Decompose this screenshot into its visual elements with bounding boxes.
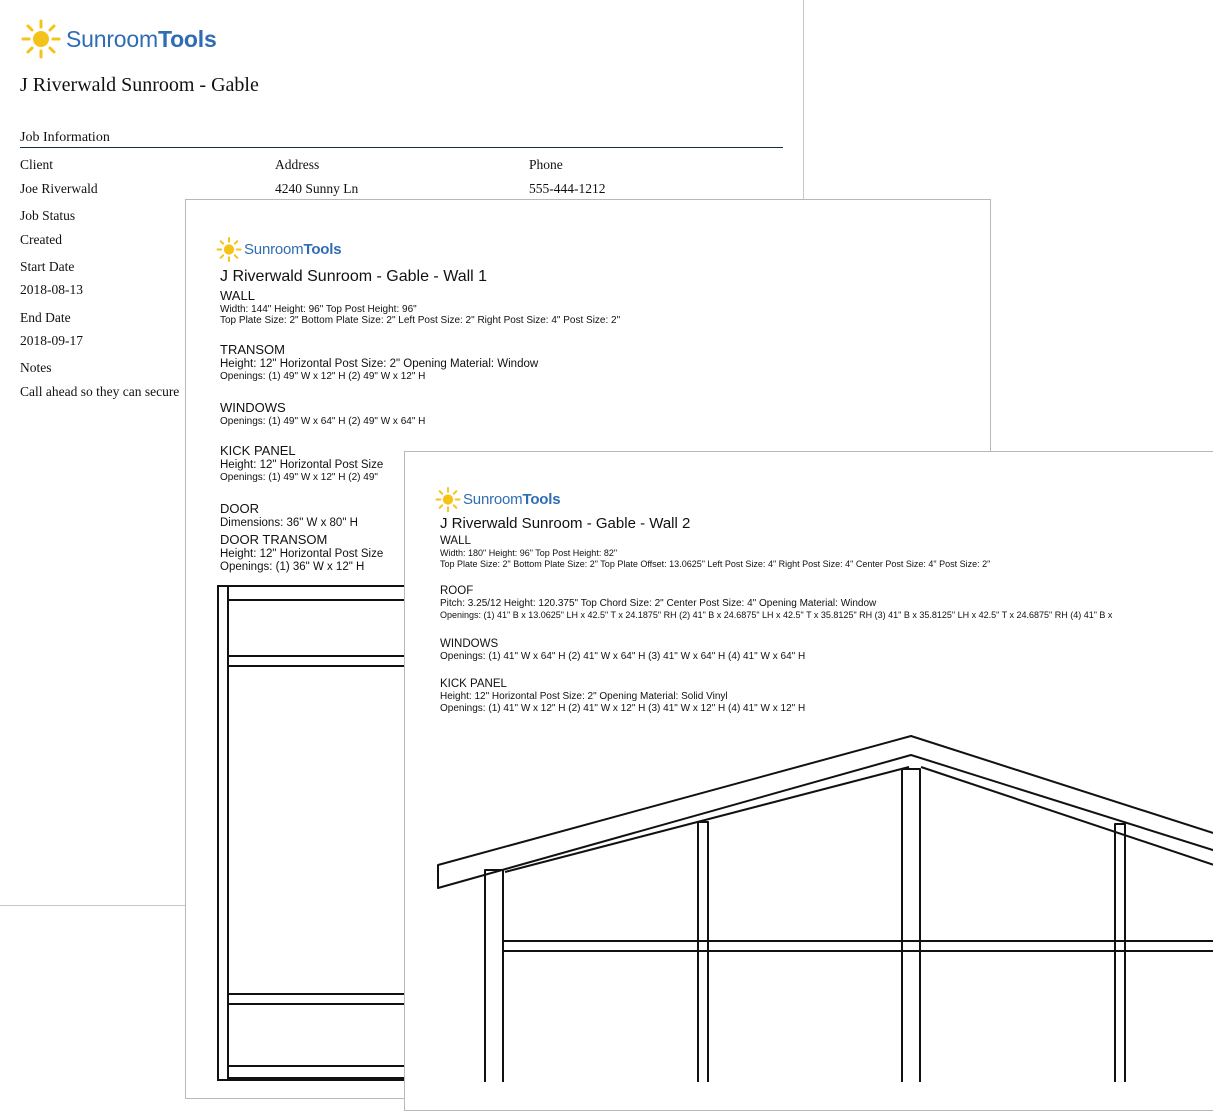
kick-panel-line-2: Openings: (1) 49" W x 12" H (2) 49" <box>220 472 378 484</box>
sun-icon <box>216 236 242 263</box>
brand-name-bold: Tools <box>157 25 217 52</box>
status-label: Job Status <box>20 208 76 223</box>
page-title: J Riverwald Sunroom - Gable <box>20 74 259 96</box>
door-section: DOOR Dimensions: 36" W x 80" H <box>220 501 358 530</box>
sunroomtools-logo: SunroomTools <box>433 486 561 513</box>
wall-section: WALL Width: 180" Height: 96" Top Post He… <box>440 535 990 569</box>
sun-icon <box>21 19 61 59</box>
brand-name-light: Sunroom <box>244 241 304 258</box>
windows-section: WINDOWS Openings: (1) 49" W x 64" H (2) … <box>220 400 426 427</box>
wall-1-top-plate <box>227 585 414 601</box>
wall-section: WALL Width: 144" Height: 96" Top Post He… <box>220 288 621 327</box>
wall-2-page: SunroomTools J Riverwald Sunroom - Gable… <box>404 451 1213 1111</box>
sun-icon <box>435 486 461 513</box>
start-date-value: 2018-08-13 <box>20 282 83 297</box>
door-transom-line-2: Openings: (1) 36" W x 12" H <box>220 561 365 574</box>
wall-heading: WALL <box>220 288 255 303</box>
sunroomtools-logo: SunroomTools <box>214 236 342 263</box>
sunroomtools-logo: SunroomTools <box>18 18 217 60</box>
section-heading: Job Information <box>20 130 783 148</box>
end-date-label: End Date <box>20 310 71 325</box>
wall-1-kick-rail <box>227 993 414 1005</box>
wall-2-center-post <box>901 768 921 1082</box>
kick-panel-line-1: Height: 12" Horizontal Post Size: 2" Ope… <box>440 691 728 703</box>
windows-line-1: Openings: (1) 49" W x 64" H (2) 49" W x … <box>220 415 426 427</box>
kick-panel-line-1: Height: 12" Horizontal Post Size <box>220 458 384 471</box>
windows-heading: WINDOWS <box>220 400 286 415</box>
wall-title: J Riverwald Sunroom - Gable - Wall 2 <box>440 515 691 532</box>
transom-section: TRANSOM Height: 12" Horizontal Post Size… <box>220 342 539 383</box>
status-value: Created <box>20 232 62 247</box>
wall-2-transom-rail <box>502 940 1213 952</box>
brand-name-light: Sunroom <box>66 25 158 52</box>
brand-name-bold: Tools <box>522 491 561 508</box>
brand-name: SunroomTools <box>244 241 342 258</box>
wall-1-outer-frame <box>217 585 414 1081</box>
wall-2-post-4 <box>1114 823 1126 1082</box>
end-date-value: 2018-09-17 <box>20 333 83 348</box>
wall-line-2: Top Plate Size: 2" Bottom Plate Size: 2"… <box>440 558 991 569</box>
phone-value: 555-444-1212 <box>529 181 606 196</box>
brand-name-bold: Tools <box>303 241 342 258</box>
address-value: 4240 Sunny Ln <box>275 181 359 196</box>
brand-name: SunroomTools <box>66 26 217 53</box>
kick-panel-section: KICK PANEL Height: 12" Horizontal Post S… <box>440 678 805 714</box>
client-value: Joe Riverwald <box>20 181 98 196</box>
transom-line-1: Height: 12" Horizontal Post Size: 2" Ope… <box>220 357 539 370</box>
roof-line-2: Openings: (1) 41" B x 13.0625" LH x 42.5… <box>440 609 1113 620</box>
kick-panel-line-2: Openings: (1) 41" W x 12" H (2) 41" W x … <box>440 702 806 714</box>
wall-title: J Riverwald Sunroom - Gable - Wall 1 <box>220 268 488 285</box>
roof-heading: ROOF <box>440 585 474 597</box>
transom-heading: TRANSOM <box>220 342 285 357</box>
address-label: Address <box>275 157 320 172</box>
kick-panel-heading: KICK PANEL <box>440 678 507 690</box>
wall-line-1: Width: 180" Height: 96" Top Post Height:… <box>440 548 618 559</box>
kick-panel-section: KICK PANEL Height: 12" Horizontal Post S… <box>220 443 384 484</box>
brand-name-light: Sunroom <box>463 491 523 508</box>
wall-2-left-post <box>484 869 504 1082</box>
wall-heading: WALL <box>440 535 471 547</box>
phone-label: Phone <box>529 157 563 172</box>
kick-panel-heading: KICK PANEL <box>220 443 296 458</box>
windows-line-1: Openings: (1) 41" W x 64" H (2) 41" W x … <box>440 651 806 663</box>
wall-1-frame-drawing <box>217 585 414 1081</box>
door-heading: DOOR <box>220 501 259 516</box>
wall-1-bottom-plate <box>227 1065 414 1079</box>
wall-2-gable-drawing <box>437 735 1213 1082</box>
windows-heading: WINDOWS <box>440 638 499 650</box>
windows-section: WINDOWS Openings: (1) 41" W x 64" H (2) … <box>440 638 805 663</box>
wall-1-transom-rail <box>227 655 414 667</box>
wall-line-1: Width: 144" Height: 96" Top Post Height:… <box>220 303 417 315</box>
roof-line-1: Pitch: 3.25/12 Height: 120.375" Top Chor… <box>440 598 877 610</box>
door-transom-line-1: Height: 12" Horizontal Post Size <box>220 547 384 560</box>
door-line-1: Dimensions: 36" W x 80" H <box>220 516 358 529</box>
client-label: Client <box>20 157 53 172</box>
notes-value: Call ahead so they can secure <box>20 384 180 399</box>
roof-top-chord <box>437 735 1213 889</box>
start-date-label: Start Date <box>20 259 75 274</box>
transom-line-2: Openings: (1) 49" W x 12" H (2) 49" W x … <box>220 371 426 383</box>
notes-label: Notes <box>20 360 52 375</box>
wall-line-2: Top Plate Size: 2" Bottom Plate Size: 2"… <box>220 315 621 327</box>
door-transom-heading: DOOR TRANSOM <box>220 532 328 547</box>
door-transom-section: DOOR TRANSOM Height: 12" Horizontal Post… <box>220 532 384 574</box>
roof-section: ROOF Pitch: 3.25/12 Height: 120.375" Top… <box>440 585 1112 620</box>
brand-name: SunroomTools <box>463 491 561 508</box>
